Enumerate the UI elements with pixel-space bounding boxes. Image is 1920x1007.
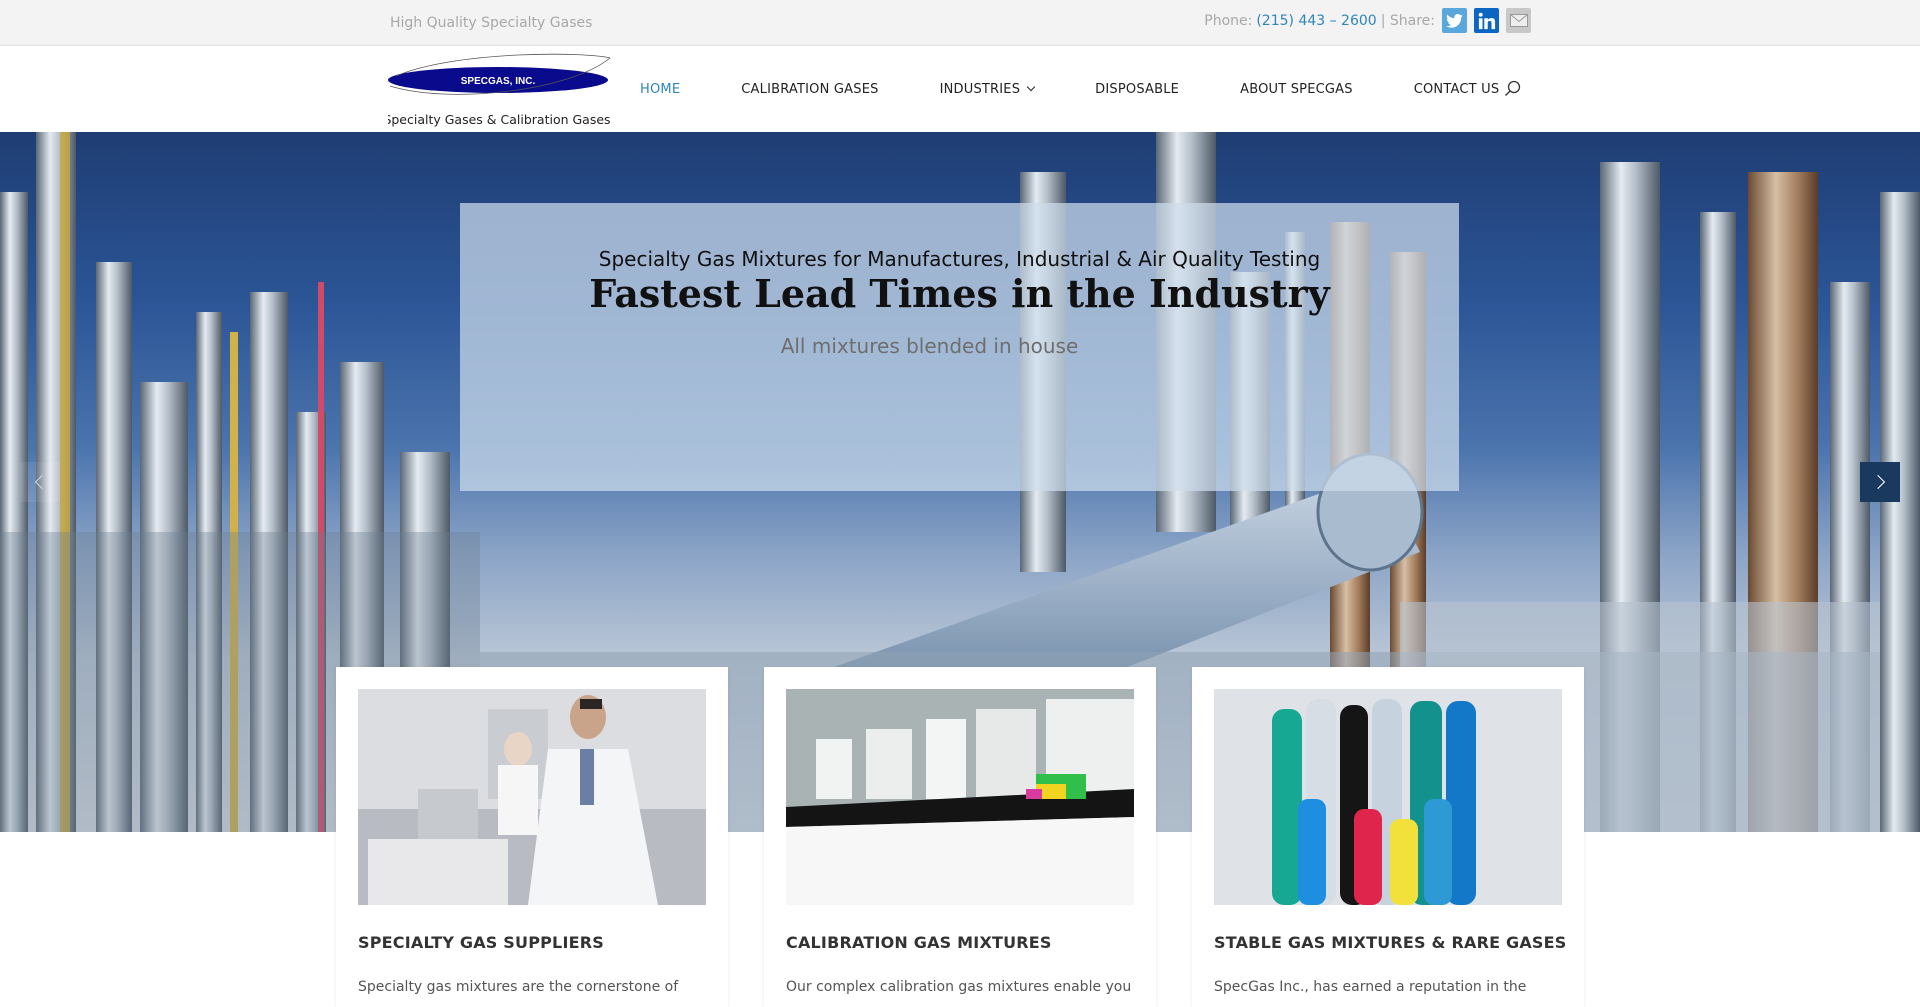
card-title: SPECIALTY GAS SUPPLIERS	[358, 933, 604, 952]
search-icon[interactable]	[1504, 80, 1522, 98]
share-label: | Share:	[1380, 12, 1435, 29]
twitter-icon[interactable]	[1442, 8, 1467, 33]
nav-home[interactable]: HOME	[640, 82, 680, 97]
nav-about[interactable]: ABOUT SPECGAS	[1240, 82, 1353, 97]
lab-scientist-image	[358, 689, 706, 905]
contact-info: Phone: (215) 443 – 2600 | Share:	[1204, 8, 1531, 33]
svg-text:Specialty Gases & Calibration: Specialty Gases & Calibration Gases	[388, 112, 611, 127]
linkedin-icon[interactable]	[1474, 8, 1499, 33]
nav-calibration-gases[interactable]: CALIBRATION GASES	[741, 82, 878, 97]
gas-cylinders-image	[1214, 689, 1562, 905]
nav-industries[interactable]: INDUSTRIES	[939, 81, 1036, 97]
nav-calibration-gases-label: CALIBRATION GASES	[741, 81, 879, 97]
nav-industries-label: INDUSTRIES	[939, 81, 1021, 97]
site-tagline: High Quality Specialty Gases	[390, 15, 593, 31]
nav-home-label: HOME	[640, 81, 681, 97]
site-logo[interactable]: SPECGAS, INC. Specialty Gases & Calibrat…	[383, 52, 612, 128]
card-calibration-gas-mixtures[interactable]: CALIBRATION GAS MIXTURES Our complex cal…	[764, 667, 1156, 1007]
nav-disposable-label: DISPOSABLE	[1095, 81, 1180, 97]
hero-title: Fastest Lead Times in the Industry	[589, 271, 1330, 316]
chevron-down-icon	[1026, 82, 1036, 92]
phone-link[interactable]: (215) 443 – 2600	[1256, 13, 1376, 29]
lab-instruments-image	[786, 689, 1134, 905]
nav-about-label: ABOUT SPECGAS	[1240, 81, 1353, 97]
hero-subtitle: Specialty Gas Mixtures for Manufactures,…	[598, 247, 1321, 271]
email-icon[interactable]	[1506, 8, 1531, 33]
svg-text:SPECGAS, INC.: SPECGAS, INC.	[461, 76, 536, 87]
nav-disposable[interactable]: DISPOSABLE	[1095, 82, 1179, 97]
chevron-left-icon	[34, 474, 50, 490]
chevron-right-icon	[1870, 474, 1886, 490]
hero-description: All mixtures blended in house	[780, 334, 1079, 358]
slider-prev-button[interactable]	[20, 462, 60, 502]
site-header: SPECGAS, INC. Specialty Gases & Calibrat…	[0, 46, 1920, 132]
nav-contact[interactable]: CONTACT US	[1414, 82, 1500, 97]
card-title: CALIBRATION GAS MIXTURES	[786, 933, 1052, 952]
card-stable-gas-mixtures[interactable]: STABLE GAS MIXTURES & RARE GASES SpecGas…	[1192, 667, 1584, 1007]
card-specialty-gas-suppliers[interactable]: SPECIALTY GAS SUPPLIERS Specialty gas mi…	[336, 667, 728, 1007]
nav-contact-label: CONTACT US	[1413, 81, 1500, 97]
main-nav: HOME CALIBRATION GASES INDUSTRIES DISPOS…	[640, 46, 1560, 132]
phone-label: Phone:	[1204, 12, 1253, 29]
hero-caption: Specialty Gas Mixtures for Manufactures,…	[460, 203, 1459, 491]
slider-next-button[interactable]	[1860, 462, 1900, 502]
top-bar: High Quality Specialty Gases Phone: (215…	[0, 0, 1920, 46]
card-title: STABLE GAS MIXTURES & RARE GASES	[1214, 933, 1567, 952]
